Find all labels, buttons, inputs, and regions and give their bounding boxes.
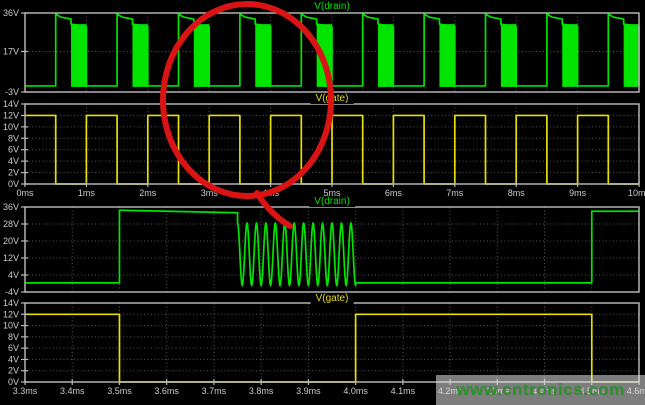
watermark: www.cntronics.com (436, 375, 645, 405)
red-circle-annotation (163, 4, 331, 196)
waveform-viewer: 36V17V-3V14V12V10V8V6V4V2V0V0ms1ms2ms3ms… (0, 0, 645, 405)
annotation-overlay (0, 0, 645, 405)
red-callout-tail (257, 193, 290, 226)
